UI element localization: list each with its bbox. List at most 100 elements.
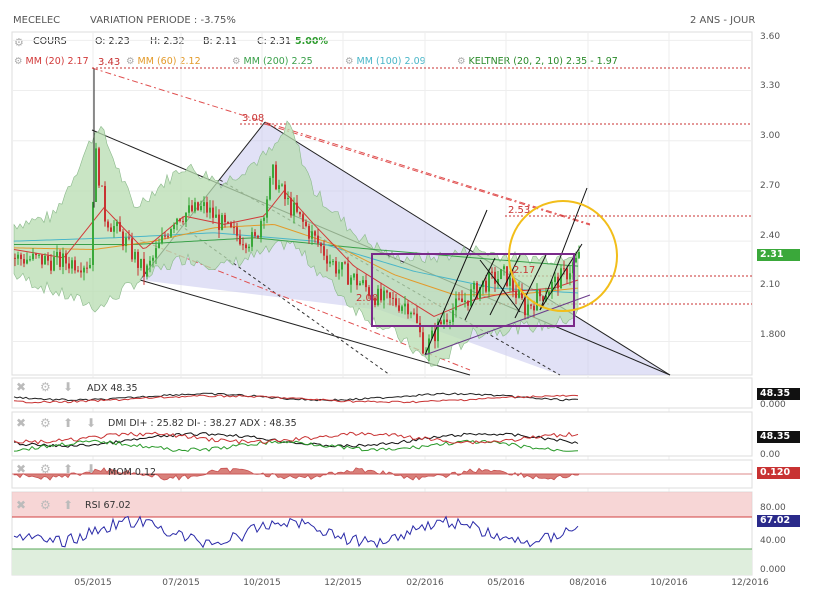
candle xyxy=(296,202,298,212)
candle xyxy=(188,205,190,213)
candle xyxy=(17,254,19,259)
candle xyxy=(266,199,268,218)
y-tick: 3.00 xyxy=(760,131,781,141)
candle xyxy=(404,303,406,307)
arrow-down-icon[interactable]: ⬇ xyxy=(86,416,96,430)
gear-icon[interactable]: ⚙ xyxy=(40,380,51,394)
adx-label: ADX 48.35 xyxy=(87,383,138,394)
candle xyxy=(140,258,142,268)
candle xyxy=(269,177,271,200)
candle xyxy=(398,305,400,311)
candle xyxy=(236,227,238,236)
adx-zero-tick: 0.000 xyxy=(760,400,786,410)
candle xyxy=(86,267,88,269)
candle xyxy=(299,211,301,215)
close-icon[interactable]: ✖ xyxy=(16,380,26,394)
candle xyxy=(527,304,529,316)
x-tick: 05/2015 xyxy=(74,578,112,588)
arrow-up-icon[interactable]: ⬆ xyxy=(63,416,73,430)
x-tick: 12/2015 xyxy=(324,578,362,588)
candle xyxy=(53,257,55,271)
gear-icon[interactable]: ⚙ xyxy=(40,416,51,430)
candle xyxy=(197,202,199,210)
x-tick: 08/2016 xyxy=(569,578,607,588)
x-tick: 10/2015 xyxy=(243,578,281,588)
candle xyxy=(491,271,493,273)
arrow-up-icon[interactable]: ⬆ xyxy=(63,462,73,476)
x-tick: 07/2015 xyxy=(162,578,200,588)
candle xyxy=(365,280,367,288)
candle xyxy=(83,267,85,273)
close-icon[interactable]: ✖ xyxy=(16,498,26,512)
candle xyxy=(152,257,154,261)
candle xyxy=(56,251,58,258)
candle xyxy=(200,206,202,210)
candle xyxy=(341,262,343,270)
candle xyxy=(356,273,358,286)
candle xyxy=(215,214,217,218)
candle xyxy=(353,273,355,278)
candle xyxy=(113,226,115,232)
candle xyxy=(485,280,487,292)
candle xyxy=(257,235,259,238)
candle xyxy=(293,202,295,216)
candle xyxy=(23,259,25,264)
candle xyxy=(275,164,277,190)
candle xyxy=(473,282,475,290)
candle xyxy=(533,305,535,311)
x-tick: 02/2016 xyxy=(406,578,444,588)
arrow-down-icon[interactable]: ⬇ xyxy=(86,462,96,476)
candle xyxy=(464,300,466,303)
x-tick: 05/2016 xyxy=(487,578,525,588)
candle xyxy=(314,231,316,236)
y-tick: 3.60 xyxy=(760,32,781,42)
candle xyxy=(416,313,418,323)
candle xyxy=(164,235,166,237)
candle xyxy=(65,253,67,264)
candle xyxy=(44,255,46,265)
candle xyxy=(98,148,100,186)
candle xyxy=(47,255,49,261)
candle xyxy=(104,185,106,222)
candle xyxy=(536,289,538,311)
arrow-down-icon[interactable]: ⬇ xyxy=(63,380,73,394)
candle xyxy=(305,221,307,227)
candle xyxy=(203,202,205,207)
arrow-up-icon[interactable]: ⬆ xyxy=(63,498,73,512)
candle xyxy=(170,229,172,237)
close-icon[interactable]: ✖ xyxy=(16,462,26,476)
y-tick: 2.10 xyxy=(760,280,781,290)
candle xyxy=(410,312,412,315)
y-tick: 2.70 xyxy=(760,181,781,191)
candle xyxy=(362,280,364,284)
candle xyxy=(158,243,160,249)
gear-icon[interactable]: ⚙ xyxy=(40,498,51,512)
gear-icon[interactable]: ⚙ xyxy=(40,462,51,476)
candle xyxy=(563,268,565,270)
candle xyxy=(503,266,505,270)
candle xyxy=(308,226,310,239)
mom-label: MOM 0.12 xyxy=(108,467,157,478)
candle xyxy=(320,243,322,247)
candle xyxy=(95,148,97,202)
candle xyxy=(71,260,73,269)
candle xyxy=(155,248,157,258)
candle xyxy=(323,246,325,256)
candle xyxy=(125,237,127,247)
close-icon[interactable]: ✖ xyxy=(16,416,26,430)
candle xyxy=(206,202,208,213)
candle xyxy=(26,259,28,264)
candle xyxy=(35,253,37,256)
candle xyxy=(143,258,145,277)
candle xyxy=(131,238,133,260)
price-chart[interactable]: 3.43 3.08 2.53 2.17 2.00 xyxy=(0,0,813,604)
candle xyxy=(173,224,175,230)
candle xyxy=(449,321,451,323)
candle xyxy=(470,289,472,306)
candle xyxy=(383,290,385,301)
candle xyxy=(254,232,256,236)
candle xyxy=(218,214,220,230)
candle xyxy=(263,217,265,221)
candle xyxy=(440,321,442,324)
rsi-tick-40: 40.00 xyxy=(760,536,786,546)
